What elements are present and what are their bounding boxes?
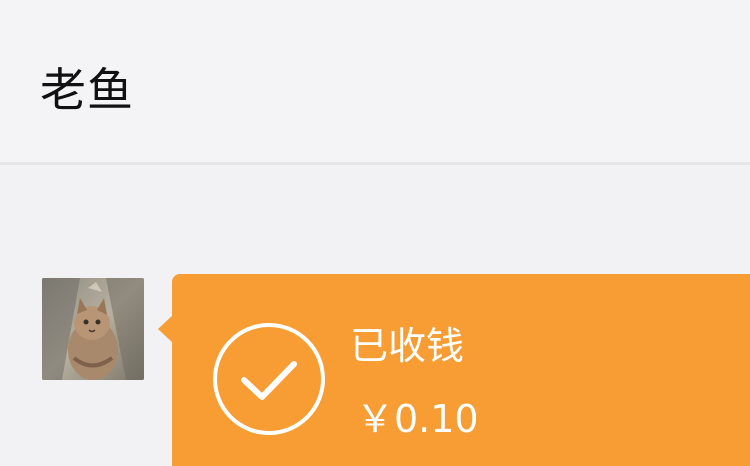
cat-avatar-image <box>42 278 144 380</box>
header-divider <box>0 162 750 165</box>
transfer-status: 已收钱 <box>350 324 465 368</box>
chat-title: 老鱼 <box>40 63 134 117</box>
check-circle-icon <box>213 323 325 435</box>
chat-header: 老鱼 <box>0 0 750 162</box>
avatar[interactable] <box>42 278 144 380</box>
chat-screen: 老鱼 已收钱 ￥0.10 <box>0 0 750 466</box>
transfer-amount: ￥0.10 <box>356 397 479 441</box>
